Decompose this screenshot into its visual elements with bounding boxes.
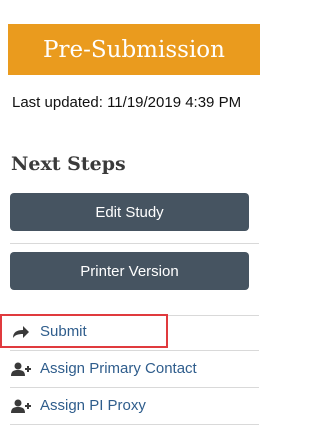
assign-pi-proxy-label: Assign PI Proxy: [40, 397, 146, 414]
status-label: Pre-Submission: [43, 36, 225, 63]
printer-version-button[interactable]: Printer Version: [10, 252, 249, 290]
assign-primary-contact-action[interactable]: Assign Primary Contact: [0, 350, 259, 387]
add-user-icon: [6, 362, 36, 376]
status-banner: Pre-Submission: [8, 24, 260, 75]
submit-highlight-box: [0, 314, 168, 348]
divider: [10, 243, 259, 244]
next-steps-heading: Next Steps: [11, 153, 126, 175]
last-updated-text: Last updated: 11/19/2019 4:39 PM: [12, 94, 242, 111]
add-user-icon: [6, 399, 36, 413]
assign-primary-contact-label: Assign Primary Contact: [40, 360, 197, 377]
assign-pi-proxy-action[interactable]: Assign PI Proxy: [0, 387, 259, 424]
edit-study-button[interactable]: Edit Study: [10, 193, 249, 231]
